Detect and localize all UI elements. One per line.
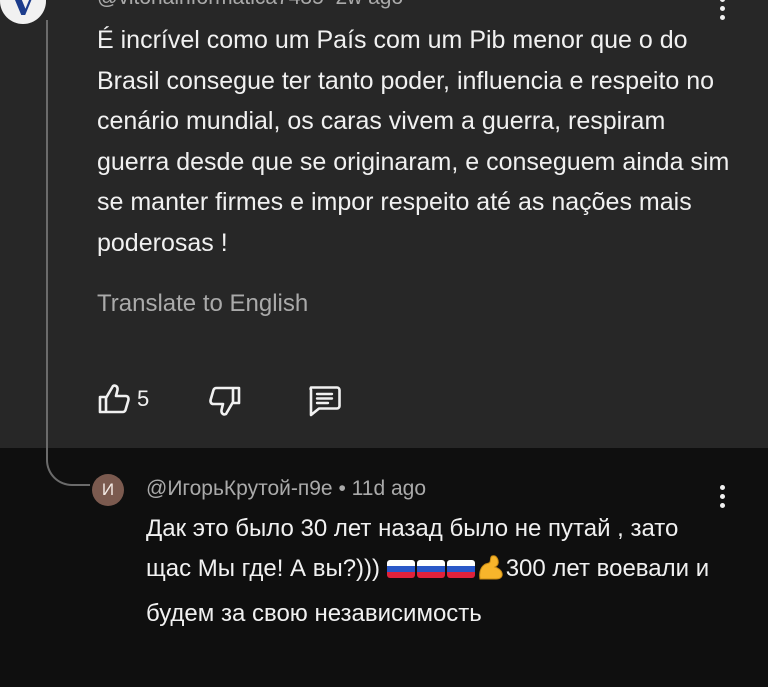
comment-text: É incrível como um País com um Pib menor…: [97, 26, 730, 257]
more-vert-icon[interactable]: [718, 0, 726, 20]
thread-line: [46, 20, 48, 458]
thread-connector: [46, 440, 90, 486]
parent-comment: V @vitorialnformatica7435 2w ago É incrí…: [0, 0, 768, 448]
thumbs-up-icon[interactable]: [97, 382, 131, 421]
reply-author-name[interactable]: @ИгорьКрутой-п9е: [146, 477, 333, 500]
author-name[interactable]: @vitorialnformatica7435: [97, 0, 324, 9]
russia-flag-emoji: [386, 560, 415, 578]
reply-header: @ИгорьКрутой-п9е • 11d ago: [146, 477, 426, 501]
more-vert-icon[interactable]: [718, 485, 726, 508]
comment-reply-icon[interactable]: [306, 383, 342, 424]
meta-separator: •: [332, 477, 352, 500]
comment-header: @vitorialnformatica7435 2w ago: [97, 0, 403, 10]
flexed-biceps-emoji: [477, 553, 505, 594]
author-avatar[interactable]: V: [0, 0, 46, 24]
reply-text: Дак это было 30 лет назад было не путай …: [146, 509, 716, 634]
thumbs-down-icon[interactable]: [208, 384, 242, 423]
reply-author-avatar[interactable]: И: [92, 474, 124, 506]
russia-flag-emoji: [416, 560, 445, 578]
like-count: 5: [137, 386, 150, 411]
comment-time: 2w ago: [335, 0, 403, 9]
translate-button[interactable]: Translate to English: [97, 290, 308, 318]
russia-flag-emoji: [446, 560, 475, 578]
reply-time: 11d ago: [351, 477, 426, 500]
